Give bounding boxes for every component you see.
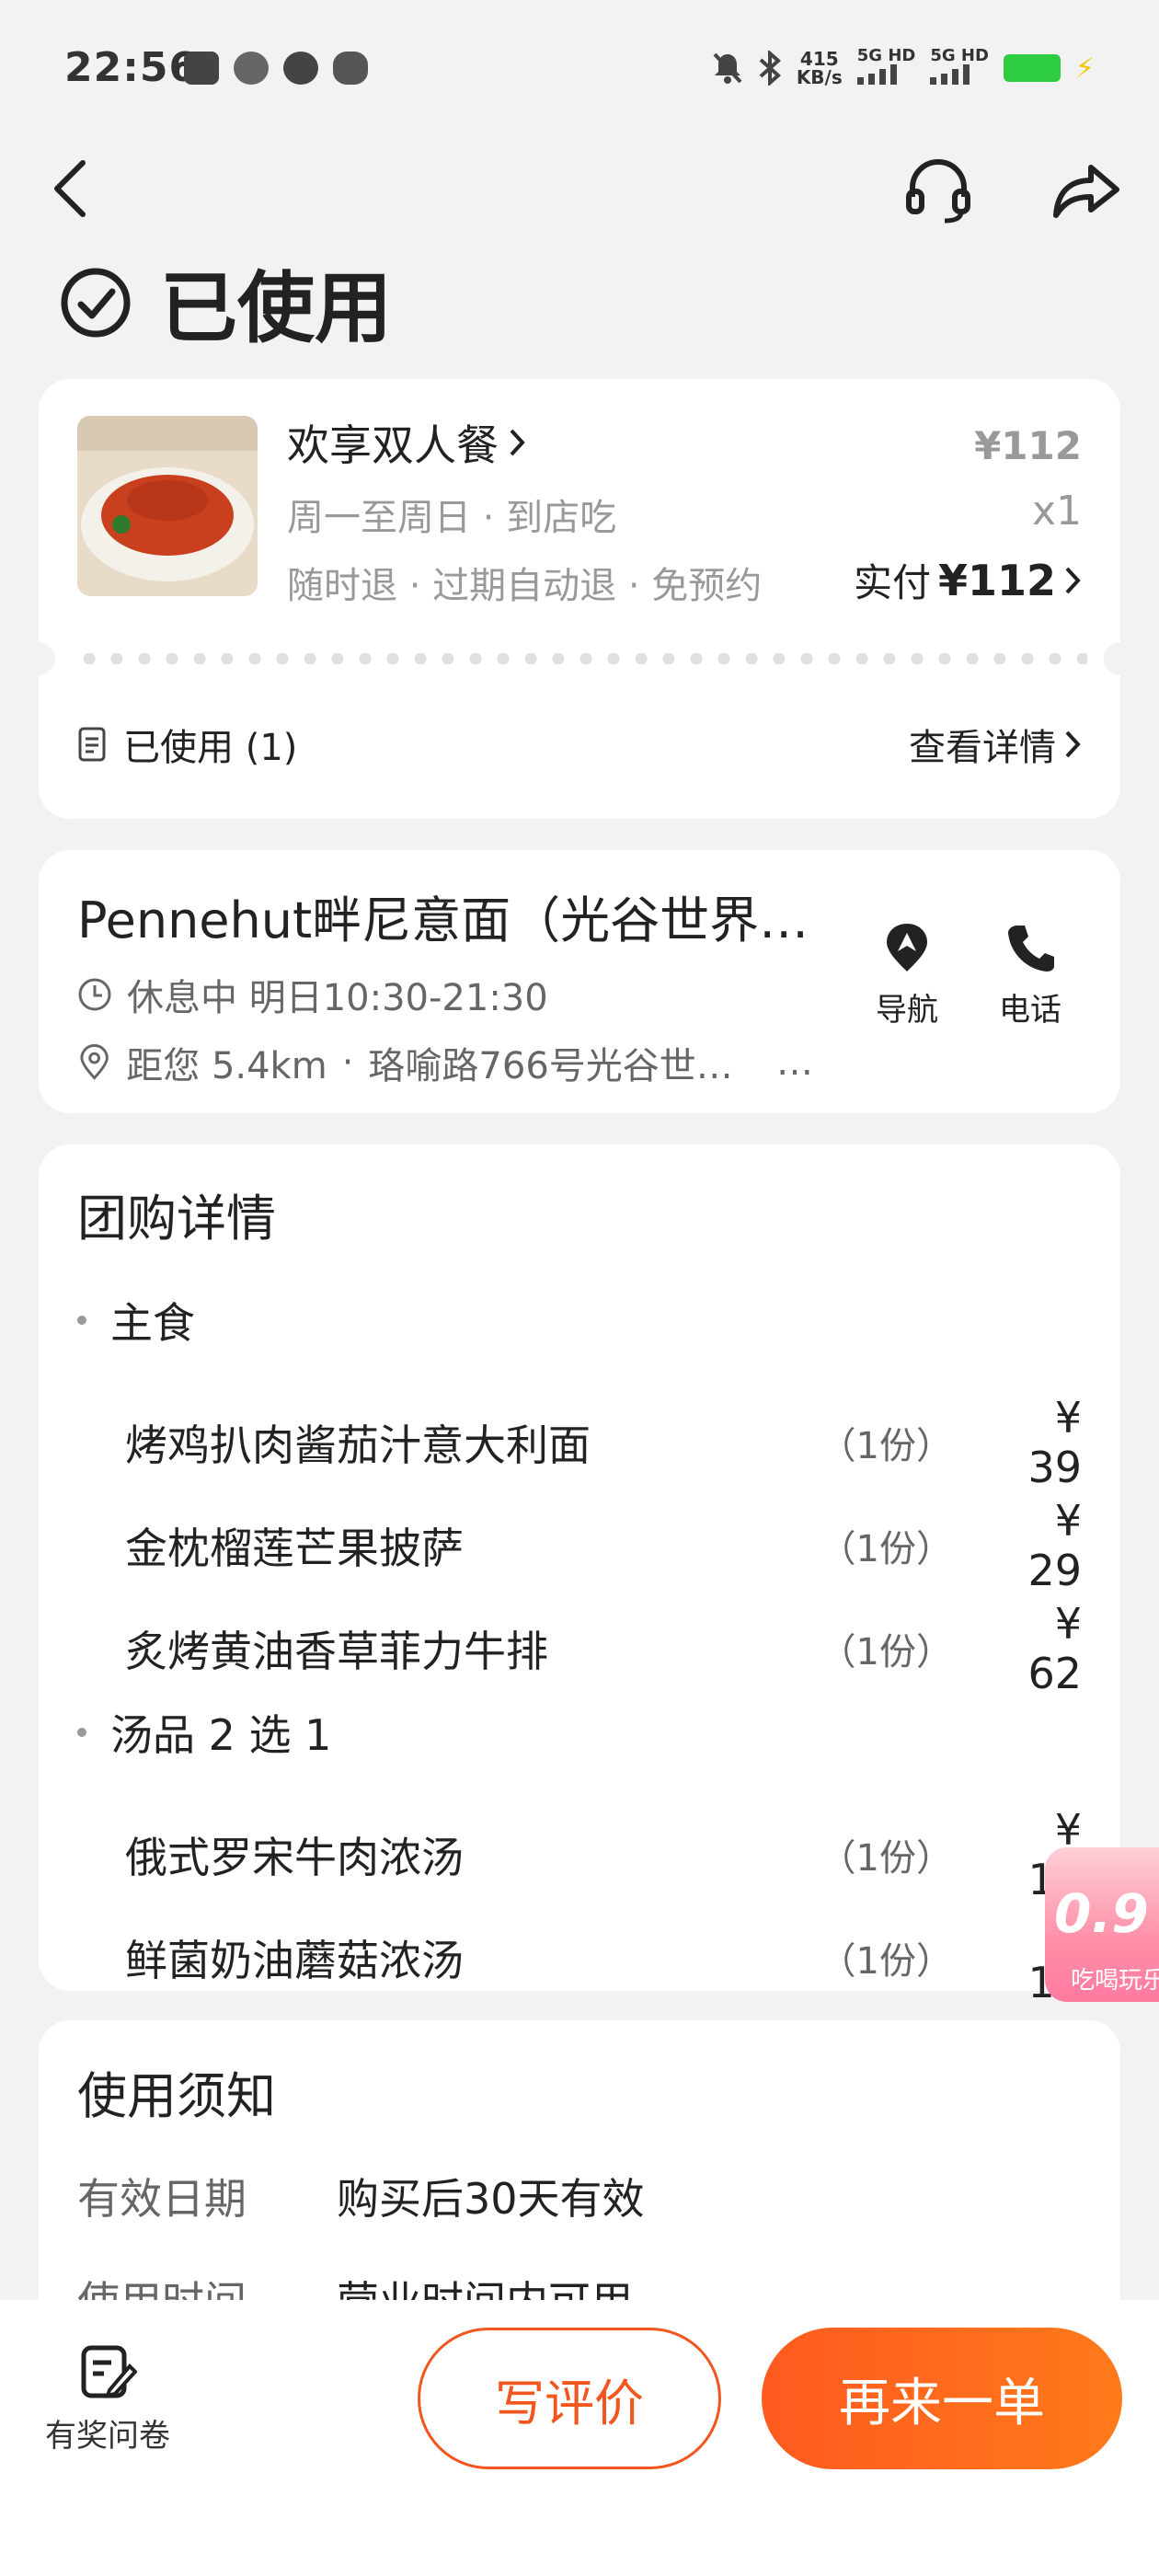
quantity: x1: [1031, 488, 1082, 535]
reorder-button[interactable]: 再来一单: [762, 2328, 1122, 2469]
promo-float-badge[interactable]: 0.9 吃喝玩乐: [1045, 1847, 1159, 2002]
used-count-row: 已使用 (1): [77, 718, 297, 771]
call-label: 电话: [999, 992, 1061, 1029]
paid-label: 实付: [853, 560, 931, 605]
status-header: 已使用: [59, 247, 392, 358]
ticket-notch-right: [1104, 642, 1137, 675]
original-price: ¥112: [974, 423, 1082, 468]
share-icon[interactable]: [1049, 153, 1122, 226]
store-name[interactable]: Pennehut畔尼意面（光谷世界城店）: [77, 880, 841, 952]
signal-2: 5G HD: [930, 48, 989, 88]
item-price: ¥ 62: [1027, 1599, 1082, 1698]
survey-button[interactable]: 有奖问卷: [39, 2342, 177, 2455]
ticket-notch-left: [22, 642, 55, 675]
item-price: ¥ 39: [1027, 1393, 1082, 1492]
bullet-dot: [77, 1728, 86, 1737]
phone-icon: [1008, 926, 1054, 972]
group-name: 主食: [110, 1298, 195, 1348]
navigate-label: 导航: [876, 992, 938, 1029]
item-price: ¥ 29: [1027, 1496, 1082, 1595]
deal-thumbnail[interactable]: [77, 416, 258, 596]
item-name: 炙烤黄油香草菲力牛排: [125, 1627, 548, 1676]
deal-schedule: 周一至周日 · 到店吃: [287, 497, 617, 539]
status-right-icons: 415 KB/s 5G HD 5G HD ⚡: [712, 48, 1095, 88]
package-item: 鲜菌奶油蘑菇浓汤 （1份） ¥ 13: [125, 1908, 1082, 2007]
item-name: 鲜菌奶油蘑菇浓汤: [125, 1936, 464, 1985]
cat-icon: [333, 52, 368, 85]
promo-amount: 0.9: [1054, 1882, 1149, 1945]
view-details-label: 查看详情: [909, 727, 1056, 769]
store-hours: 休息中 明日10:30-21:30: [127, 977, 548, 1019]
check-circle-icon: [61, 268, 131, 337]
bluetooth-icon: [759, 51, 781, 86]
survey-label: 有奖问卷: [45, 2418, 170, 2455]
package-item: 烤鸡扒肉酱茄汁意大利面 （1份） ¥ 39: [125, 1393, 1082, 1492]
signal-1: 5G HD: [856, 48, 915, 88]
group-header: 主食: [77, 1290, 195, 1351]
battery-icon: [1003, 54, 1061, 82]
package-item: 炙烤黄油香草菲力牛排 （1份） ¥ 62: [125, 1599, 1082, 1698]
status-time: 22:56: [64, 44, 199, 91]
item-name: 俄式罗宋牛肉浓汤: [125, 1833, 464, 1882]
usage-notes-title: 使用须知: [77, 2067, 276, 2125]
item-count: （1份）: [819, 1837, 953, 1880]
clock-icon: [78, 978, 111, 1011]
view-details-link[interactable]: 查看详情: [909, 718, 1082, 771]
back-arrow-icon[interactable]: [52, 156, 103, 221]
item-count: （1份）: [819, 1940, 953, 1983]
deal-name: 欢享双人餐: [287, 420, 499, 470]
store-address: 珞喻路766号光谷世界城: [368, 1045, 762, 1087]
chevron-right-icon: [510, 429, 525, 456]
deal-policies: 随时退 · 过期自动退 · 免预约: [287, 565, 763, 607]
ticket-divider: [75, 653, 1087, 664]
store-distance: 距您 5.4km: [126, 1045, 327, 1087]
store-hours-row: 休息中 明日10:30-21:30: [77, 968, 548, 1021]
deal-name-link[interactable]: 欢享双人餐: [287, 412, 526, 473]
headset-icon[interactable]: [901, 153, 975, 226]
group-name: 汤品 2 选 1: [110, 1710, 332, 1760]
location-pin-icon: [80, 1044, 109, 1080]
note-key: 有效日期: [77, 2174, 247, 2224]
navigate-button[interactable]: 导航: [852, 920, 962, 1029]
call-button[interactable]: 电话: [975, 920, 1085, 1029]
app-icon: [234, 52, 269, 85]
page-title: 已使用: [160, 263, 393, 353]
edit-form-icon: [81, 2345, 137, 2398]
package-item: 金枕榴莲芒果披萨 （1份） ¥ 29: [125, 1496, 1082, 1595]
item-count: （1份）: [819, 1528, 953, 1570]
group-header: 汤品 2 选 1: [77, 1702, 331, 1763]
package-item: 俄式罗宋牛肉浓汤 （1份） ¥ 13: [125, 1805, 1082, 1904]
note-row: 有效日期 购买后30天有效: [77, 2166, 645, 2226]
package-title: 团购详情: [77, 1190, 276, 1248]
mute-icon: [713, 52, 742, 84]
chat-icon: [283, 52, 318, 85]
promo-caption: 吃喝玩乐: [1071, 1967, 1159, 1995]
separator-dot: ·: [341, 1041, 354, 1084]
chevron-right-icon: [1065, 730, 1081, 758]
bullet-dot: [77, 1316, 86, 1325]
item-name: 烤鸡扒肉酱茄汁意大利面: [125, 1420, 591, 1470]
paid-amount: ¥112: [937, 555, 1056, 605]
document-icon: [78, 727, 106, 762]
status-left-icons: [184, 52, 368, 85]
store-location-row: 距您 5.4km · 珞喻路766号光谷世界城 …: [77, 1036, 813, 1089]
note-value: 购买后30天有效: [337, 2174, 645, 2224]
message-icon: [184, 52, 219, 85]
write-review-button[interactable]: 写评价: [418, 2328, 721, 2469]
charging-icon: ⚡: [1074, 52, 1095, 85]
paid-amount-link[interactable]: 实付 ¥112: [854, 552, 1082, 608]
item-name: 金枕榴莲芒果披萨: [125, 1524, 464, 1573]
used-count: 已使用 (1): [123, 727, 298, 769]
net-speed: 415 KB/s: [796, 48, 843, 88]
item-count: （1份）: [819, 1631, 953, 1673]
chevron-right-icon: [1065, 567, 1081, 593]
navigation-pin-icon: [887, 924, 927, 972]
item-count: （1份）: [819, 1425, 953, 1467]
ellipsis: …: [776, 1041, 813, 1084]
